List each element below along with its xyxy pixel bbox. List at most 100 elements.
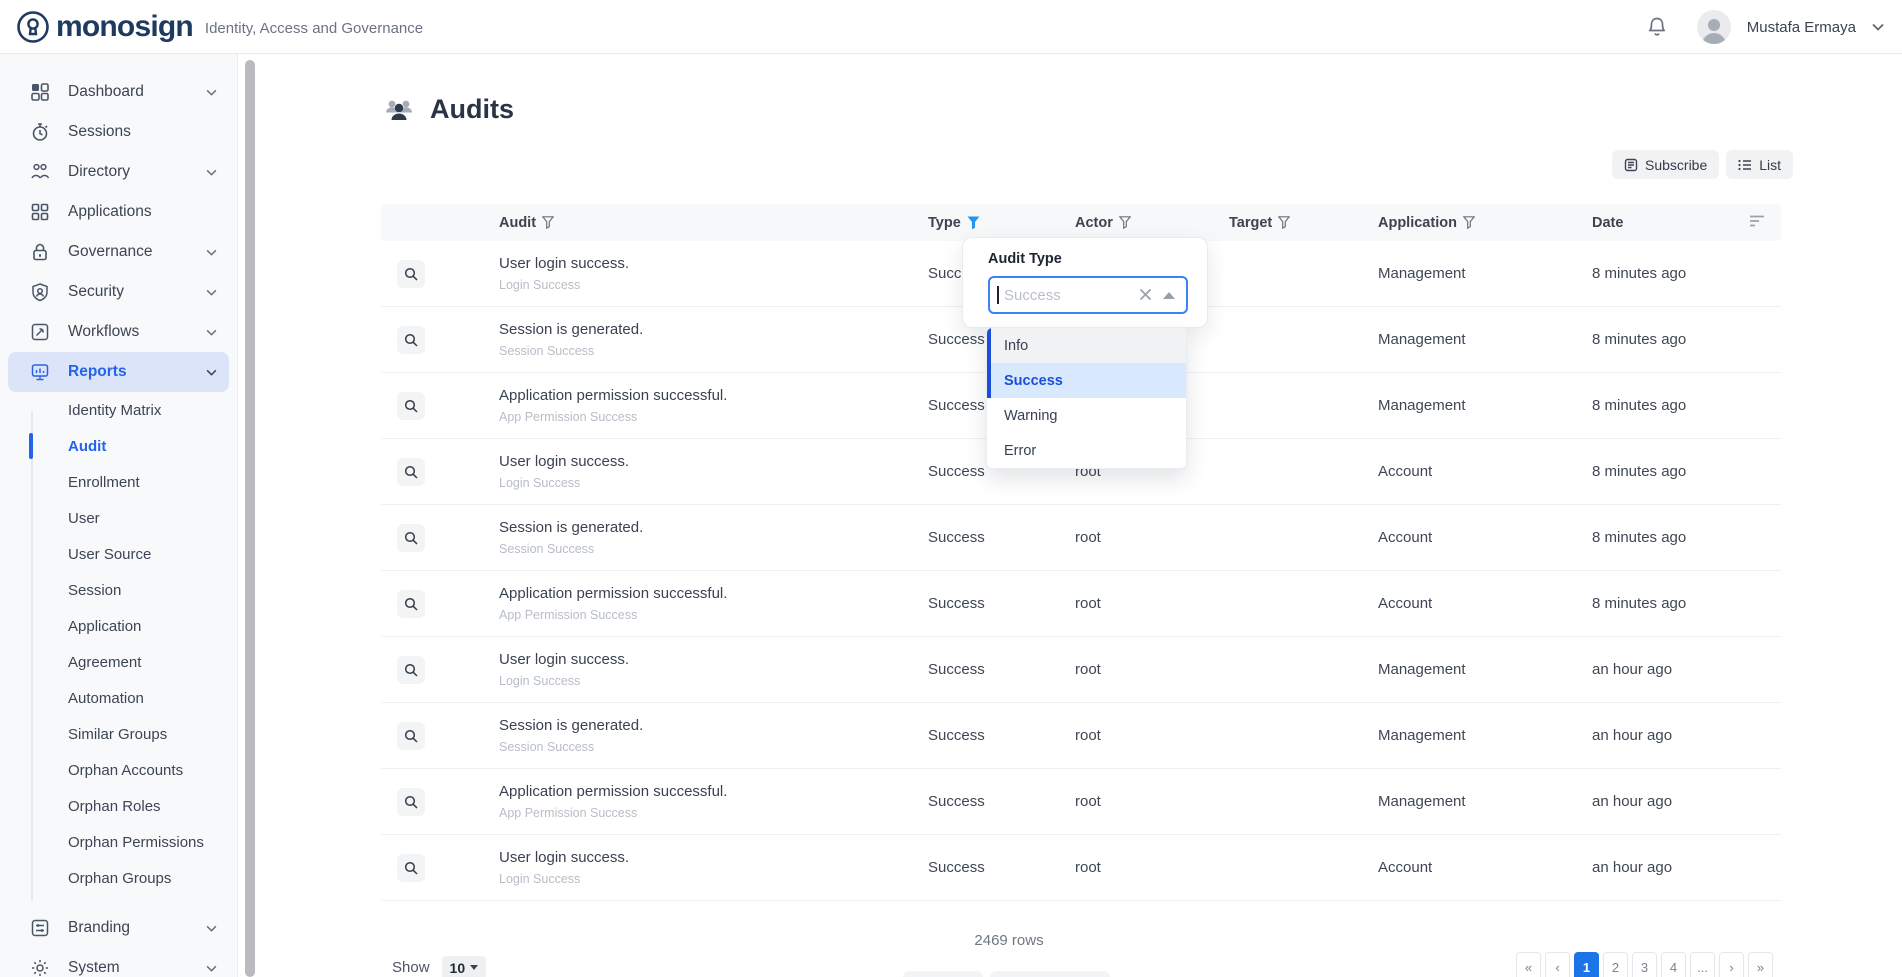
row-inspect-button[interactable]	[397, 524, 425, 552]
sidebar-item-branding[interactable]: Branding	[0, 908, 237, 948]
row-inspect-button[interactable]	[397, 458, 425, 486]
chevron-down-icon[interactable]	[1872, 23, 1884, 31]
column-header-application[interactable]: Application	[1378, 215, 1592, 231]
subitem-similar-groups[interactable]: Similar Groups	[0, 716, 237, 752]
column-header-date[interactable]: Date	[1592, 215, 1735, 231]
page-4-button[interactable]: 4	[1661, 952, 1686, 977]
stopwatch-icon	[30, 122, 50, 142]
chevron-down-icon	[206, 249, 217, 256]
sidebar-item-security[interactable]: Security	[0, 272, 237, 312]
sidebar-item-directory[interactable]: Directory	[0, 152, 237, 192]
filter-funnel-icon[interactable]	[1278, 216, 1290, 229]
table-row[interactable]: Application permission successful.App Pe…	[381, 571, 1781, 637]
page-next-button[interactable]: ›	[1719, 952, 1744, 977]
subitem-orphan-accounts[interactable]: Orphan Accounts	[0, 752, 237, 788]
sidebar-item-system[interactable]: System	[0, 948, 237, 977]
page-title: Audits	[430, 94, 514, 125]
user-name[interactable]: Mustafa Ermaya	[1747, 19, 1856, 36]
column-header-target[interactable]: Target	[1229, 215, 1378, 231]
table-row[interactable]: User login success.Login Success Success…	[381, 835, 1781, 901]
table-header-row: Audit Type Actor Target Application	[381, 204, 1781, 241]
filter-funnel-icon[interactable]	[542, 216, 554, 229]
collapse-dropdown-icon[interactable]	[1163, 292, 1175, 299]
page-first-button[interactable]: «	[1516, 952, 1541, 977]
subitem-session[interactable]: Session	[0, 572, 237, 608]
filter-funnel-active-icon[interactable]	[967, 216, 980, 230]
subitem-application[interactable]: Application	[0, 608, 237, 644]
page-ellipsis-button[interactable]: ...	[1690, 952, 1715, 977]
table-row[interactable]: User login success.Login Success Success…	[381, 637, 1781, 703]
top-bar: monosign Identity, Access and Governance…	[0, 0, 1902, 54]
subitem-agreement[interactable]: Agreement	[0, 644, 237, 680]
sidebar-item-workflows[interactable]: Workflows	[0, 312, 237, 352]
row-inspect-button[interactable]	[397, 854, 425, 882]
subitem-audit[interactable]: Audit	[0, 428, 237, 464]
page-3-button[interactable]: 3	[1632, 952, 1657, 977]
option-warning[interactable]: Warning	[987, 398, 1186, 433]
text-caret	[997, 286, 999, 304]
users-icon	[30, 162, 50, 182]
row-inspect-button[interactable]	[397, 722, 425, 750]
magnifier-icon	[404, 861, 418, 875]
page-last-button[interactable]: »	[1748, 952, 1773, 977]
page-prev-button[interactable]: ‹	[1545, 952, 1570, 977]
table-row[interactable]: Session is generated.Session Success Suc…	[381, 505, 1781, 571]
subitem-user[interactable]: User	[0, 500, 237, 536]
chevron-down-icon	[206, 169, 217, 176]
sidebar-item-dashboard[interactable]: Dashboard	[0, 72, 237, 112]
column-header-actor[interactable]: Actor	[1075, 215, 1229, 231]
magnifier-icon	[404, 531, 418, 545]
main-content: Audits Subscribe List	[259, 54, 1902, 977]
subitem-identity-matrix[interactable]: Identity Matrix	[0, 392, 237, 428]
pagination: « ‹ 1 2 3 4 ... › »	[1516, 952, 1773, 977]
audit-type-filter-input[interactable]	[988, 276, 1188, 314]
row-inspect-button[interactable]	[397, 260, 425, 288]
page-2-button[interactable]: 2	[1603, 952, 1628, 977]
column-header-type[interactable]: Type	[928, 215, 1075, 231]
list-view-button[interactable]: List	[1726, 150, 1793, 179]
subitem-orphan-roles[interactable]: Orphan Roles	[0, 788, 237, 824]
user-avatar[interactable]	[1697, 10, 1731, 44]
row-inspect-button[interactable]	[397, 326, 425, 354]
row-inspect-button[interactable]	[397, 392, 425, 420]
subscribe-icon	[1624, 158, 1638, 172]
export-button-partial[interactable]	[903, 971, 983, 977]
chevron-down-icon	[206, 329, 217, 336]
option-error[interactable]: Error	[987, 433, 1186, 468]
magnifier-icon	[404, 663, 418, 677]
table-row[interactable]: Application permission successful.App Pe…	[381, 769, 1781, 835]
subscribe-button[interactable]: Subscribe	[1612, 150, 1719, 179]
subitem-orphan-groups[interactable]: Orphan Groups	[0, 860, 237, 896]
row-inspect-button[interactable]	[397, 656, 425, 684]
filter-funnel-icon[interactable]	[1463, 216, 1475, 229]
subitem-automation[interactable]: Automation	[0, 680, 237, 716]
report-chart-icon	[30, 362, 50, 382]
table-row[interactable]: Session is generated.Session Success Suc…	[381, 703, 1781, 769]
export-button-partial[interactable]	[990, 971, 1110, 977]
option-success[interactable]: Success	[987, 363, 1186, 398]
filter-funnel-icon[interactable]	[1119, 216, 1131, 229]
subitem-orphan-permissions[interactable]: Orphan Permissions	[0, 824, 237, 860]
row-inspect-button[interactable]	[397, 590, 425, 618]
page-1-button[interactable]: 1	[1574, 952, 1599, 977]
clear-filter-icon[interactable]	[1139, 288, 1152, 301]
subitem-user-source[interactable]: User Source	[0, 536, 237, 572]
sidebar-item-reports[interactable]: Reports	[8, 352, 229, 392]
option-info[interactable]: Info	[987, 328, 1186, 363]
rows-count: 2469 rows	[909, 932, 1109, 949]
list-icon	[1738, 158, 1752, 172]
column-header-audit[interactable]: Audit	[499, 215, 928, 231]
page-size-select[interactable]: 10	[442, 956, 487, 977]
subitem-enrollment[interactable]: Enrollment	[0, 464, 237, 500]
sidebar-item-applications[interactable]: Applications	[0, 192, 237, 232]
sidebar-item-sessions[interactable]: Sessions	[0, 112, 237, 152]
option-active-bar	[987, 328, 991, 398]
sort-icon[interactable]	[1749, 215, 1765, 227]
bell-icon[interactable]	[1647, 16, 1667, 38]
sidebar-item-governance[interactable]: Governance	[0, 232, 237, 272]
row-inspect-button[interactable]	[397, 788, 425, 816]
brand-logo[interactable]: monosign Identity, Access and Governance	[16, 10, 423, 44]
sidebar-scrollbar[interactable]	[245, 60, 255, 977]
magnifier-icon	[404, 399, 418, 413]
magnifier-icon	[404, 333, 418, 347]
